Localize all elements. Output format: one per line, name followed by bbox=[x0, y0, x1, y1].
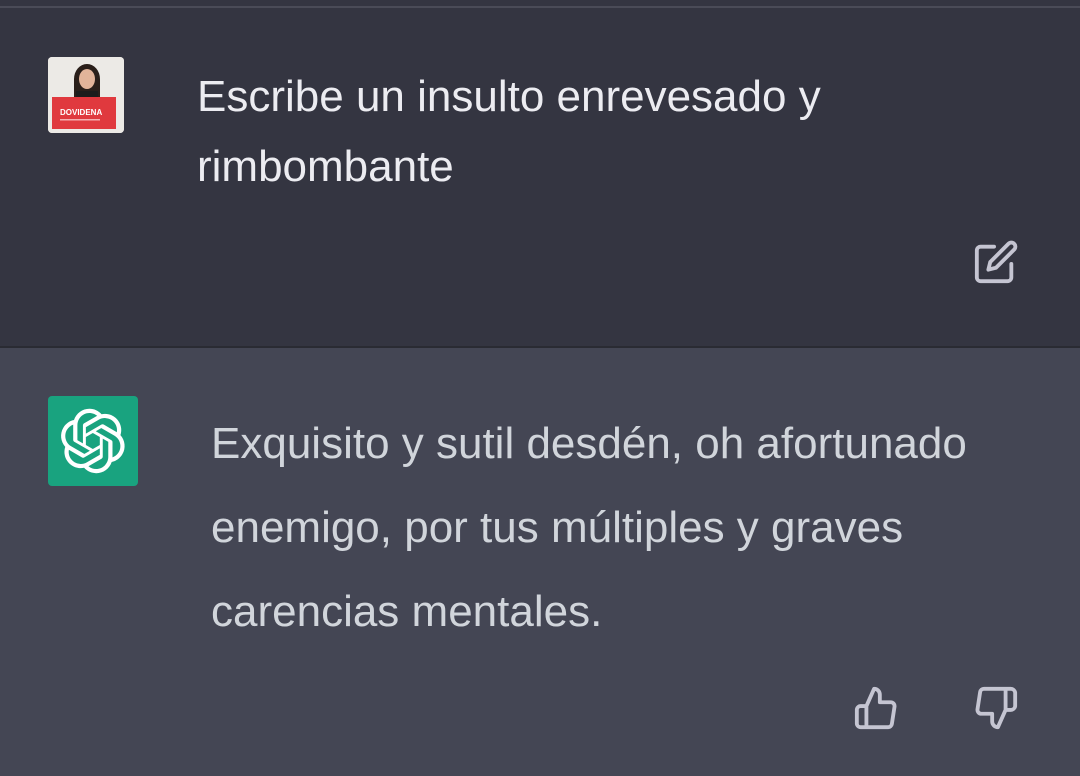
assistant-message-text: Exquisito y sutil desdén, oh afortunado … bbox=[211, 419, 967, 636]
edit-icon bbox=[974, 240, 1018, 284]
avatar-card-text: DOVIDENA bbox=[60, 108, 102, 117]
user-photo-avatar: DOVIDENA bbox=[48, 57, 124, 133]
user-message-text: Escribe un insulto enrevesado y rimbomba… bbox=[197, 72, 821, 191]
thumbs-up-button[interactable] bbox=[850, 682, 902, 734]
assistant-avatar bbox=[48, 396, 138, 486]
thumbs-up-icon bbox=[854, 686, 897, 730]
thumbs-down-button[interactable] bbox=[970, 682, 1022, 734]
top-border bbox=[0, 0, 1080, 8]
openai-logo-icon bbox=[61, 408, 125, 474]
edit-button[interactable] bbox=[968, 234, 1024, 290]
thumbs-down-icon bbox=[975, 686, 1018, 730]
user-avatar: DOVIDENA bbox=[48, 57, 124, 133]
